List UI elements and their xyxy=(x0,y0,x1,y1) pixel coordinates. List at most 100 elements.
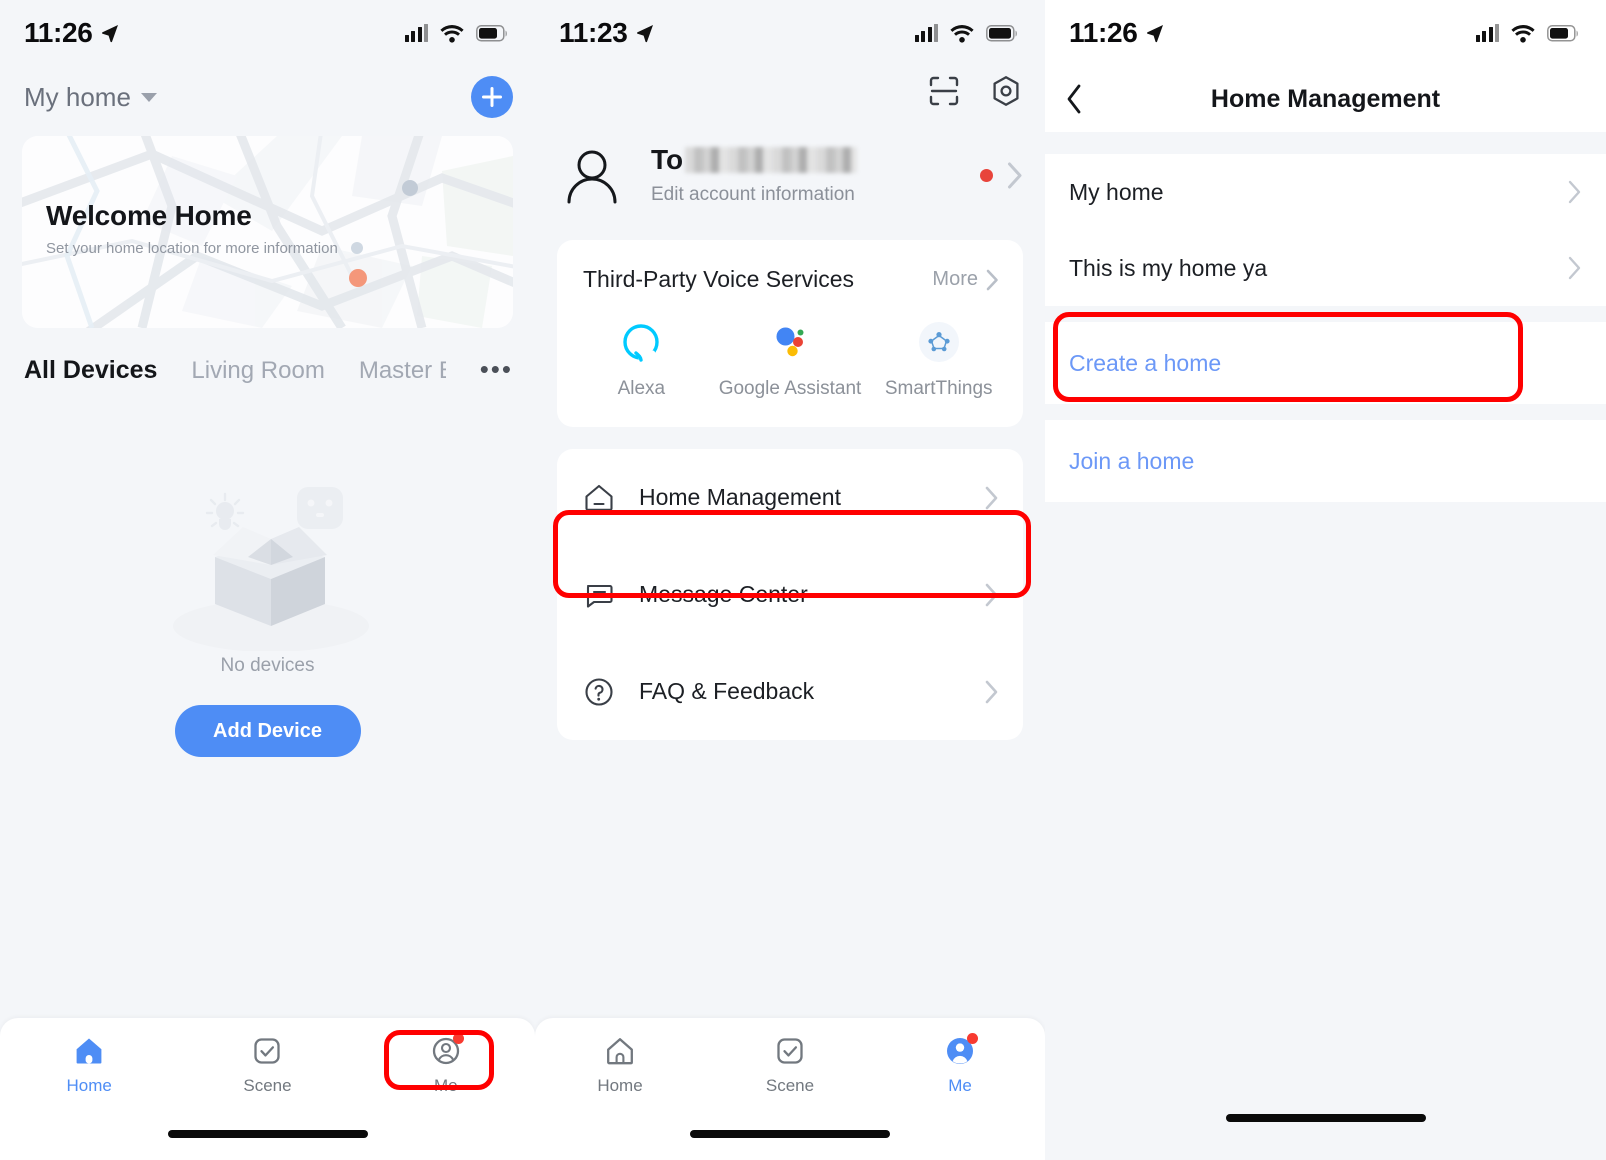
google-assistant-icon xyxy=(776,327,804,357)
scene-icon xyxy=(773,1034,807,1068)
home-selector[interactable]: My home xyxy=(24,82,157,113)
menu-item-home-management-label: Home Management xyxy=(639,484,841,511)
wifi-icon xyxy=(440,24,464,43)
settings-icon[interactable] xyxy=(989,74,1023,108)
profile-notification-dot xyxy=(980,168,993,182)
section-spacer xyxy=(1045,404,1606,420)
question-circle-icon xyxy=(585,678,613,706)
tab-me[interactable]: Me xyxy=(357,1033,535,1096)
me-tab-badge xyxy=(967,1033,978,1044)
chevron-right-icon xyxy=(985,680,998,704)
profile-info: To Edit account information xyxy=(651,144,980,206)
tab-scene-label: Scene xyxy=(765,1076,815,1095)
voice-service-google-assistant[interactable]: Google Assistant xyxy=(716,321,865,401)
home-indicator-bar xyxy=(1225,1114,1426,1122)
voice-service-smartthings-label: SmartThings xyxy=(884,378,993,399)
cellular-signal-icon xyxy=(404,24,428,42)
status-bar-time: 11:26 xyxy=(24,17,93,48)
home-icon xyxy=(603,1034,637,1068)
room-tab-all-devices[interactable]: All Devices xyxy=(24,356,157,385)
me-icon xyxy=(943,1033,978,1068)
page-title: Home Management xyxy=(1210,84,1441,113)
smartthings-icon xyxy=(918,322,959,362)
room-tab-living-room[interactable]: Living Room xyxy=(191,357,324,385)
avatar xyxy=(567,150,617,204)
status-bar-time-group: 11:26 xyxy=(24,17,120,49)
profile-name-text: To xyxy=(651,144,684,175)
menu-item-message-center-label: Message Center xyxy=(639,581,808,608)
battery-icon xyxy=(1547,24,1578,42)
chevron-right-icon xyxy=(985,486,998,510)
scan-icon[interactable] xyxy=(927,74,961,108)
status-bar-time-group: 11:26 xyxy=(1069,17,1165,49)
home-top-bar: My home xyxy=(0,66,535,136)
create-home-group: Create a home xyxy=(1045,322,1606,404)
status-bar-indicators xyxy=(914,24,1020,43)
home-list-item-my-home[interactable]: My home xyxy=(1045,154,1606,230)
voice-service-alexa[interactable]: Alexa xyxy=(567,321,716,401)
voice-service-smartthings[interactable]: SmartThings xyxy=(864,321,1013,401)
wifi-icon xyxy=(950,24,974,43)
map-card-text: Welcome Home Set your home location for … xyxy=(46,200,338,257)
chevron-right-icon xyxy=(1568,256,1581,280)
chevron-down-icon xyxy=(140,92,157,102)
profile-row-indicators xyxy=(980,162,1023,189)
add-button[interactable] xyxy=(471,76,513,118)
home-icon xyxy=(72,1034,106,1068)
cellular-signal-icon xyxy=(914,24,938,42)
voice-services-grid: Alexa Google Assistant SmartThings xyxy=(557,293,1023,427)
room-tabs-overflow-icon[interactable]: ••• xyxy=(480,356,513,382)
chevron-right-icon xyxy=(985,583,998,607)
tab-scene[interactable]: Scene xyxy=(178,1034,356,1096)
tab-home-label: Home xyxy=(66,1076,112,1095)
tab-scene[interactable]: Scene xyxy=(705,1034,875,1096)
menu-item-message-center[interactable]: Message Center xyxy=(557,546,1023,643)
voice-services-more-button[interactable]: More xyxy=(932,268,999,291)
menu-item-home-management[interactable]: Home Management xyxy=(557,449,1023,546)
voice-service-google-assistant-label: Google Assistant xyxy=(718,378,862,399)
empty-state-message: No devices xyxy=(220,655,315,676)
profile-row[interactable]: To Edit account information xyxy=(535,108,1045,240)
voice-services-title: Third-Party Voice Services xyxy=(583,266,854,292)
welcome-home-map-card[interactable]: Welcome Home Set your home location for … xyxy=(22,136,513,328)
chevron-right-icon xyxy=(986,269,998,290)
wifi-icon xyxy=(1511,24,1535,43)
home-list-item-label: This is my home ya xyxy=(1069,254,1268,281)
tab-home[interactable]: Home xyxy=(535,1034,705,1096)
me-tab-badge xyxy=(452,1033,464,1044)
menu-item-faq-feedback[interactable]: FAQ & Feedback xyxy=(557,643,1023,740)
join-a-home-button[interactable]: Join a home xyxy=(1045,420,1606,502)
status-bar-indicators xyxy=(1475,24,1581,43)
voice-service-alexa-label: Alexa xyxy=(617,378,666,399)
status-bar: 11:26 xyxy=(0,0,535,66)
status-bar-indicators xyxy=(404,24,510,43)
home-selector-label: My home xyxy=(24,81,131,112)
menu-item-faq-feedback-label: FAQ & Feedback xyxy=(639,678,815,705)
home-list-item-this-is-my-home-ya[interactable]: This is my home ya xyxy=(1045,230,1606,306)
status-bar-time-group: 11:23 xyxy=(559,17,655,49)
add-device-button[interactable]: Add Device xyxy=(174,705,361,757)
homes-list: My home This is my home ya xyxy=(1045,154,1606,306)
location-arrow-icon xyxy=(101,25,118,43)
welcome-home-subtitle: Set your home location for more informat… xyxy=(46,240,338,257)
tab-home-label: Home xyxy=(597,1076,643,1095)
status-bar: 11:23 xyxy=(535,0,1045,66)
tab-me[interactable]: Me xyxy=(875,1033,1045,1096)
house-outline-icon xyxy=(585,484,613,511)
location-arrow-icon xyxy=(636,25,653,43)
room-tab-master-bedroom[interactable]: Master Be xyxy=(359,357,446,385)
back-chevron-icon[interactable] xyxy=(1065,83,1083,115)
three-panel-screenshot: 11:26 My home Welcome Home Set your home… xyxy=(0,0,1606,1160)
scene-icon xyxy=(250,1034,284,1068)
create-a-home-button[interactable]: Create a home xyxy=(1045,322,1606,404)
status-bar: 11:26 xyxy=(1045,0,1606,66)
panel-home-screen: 11:26 My home Welcome Home Set your home… xyxy=(0,0,535,1160)
join-home-group: Join a home xyxy=(1045,420,1606,502)
join-a-home-label: Join a home xyxy=(1069,447,1195,474)
me-menu-card: Home Management Message Center FAQ & Fee… xyxy=(557,449,1023,741)
profile-subtitle: Edit account information xyxy=(651,184,855,205)
chevron-right-icon xyxy=(1008,162,1022,188)
section-spacer xyxy=(1045,306,1606,322)
tab-home[interactable]: Home xyxy=(0,1034,178,1096)
bottom-tab-bar: Home Scene Me xyxy=(0,1018,535,1160)
